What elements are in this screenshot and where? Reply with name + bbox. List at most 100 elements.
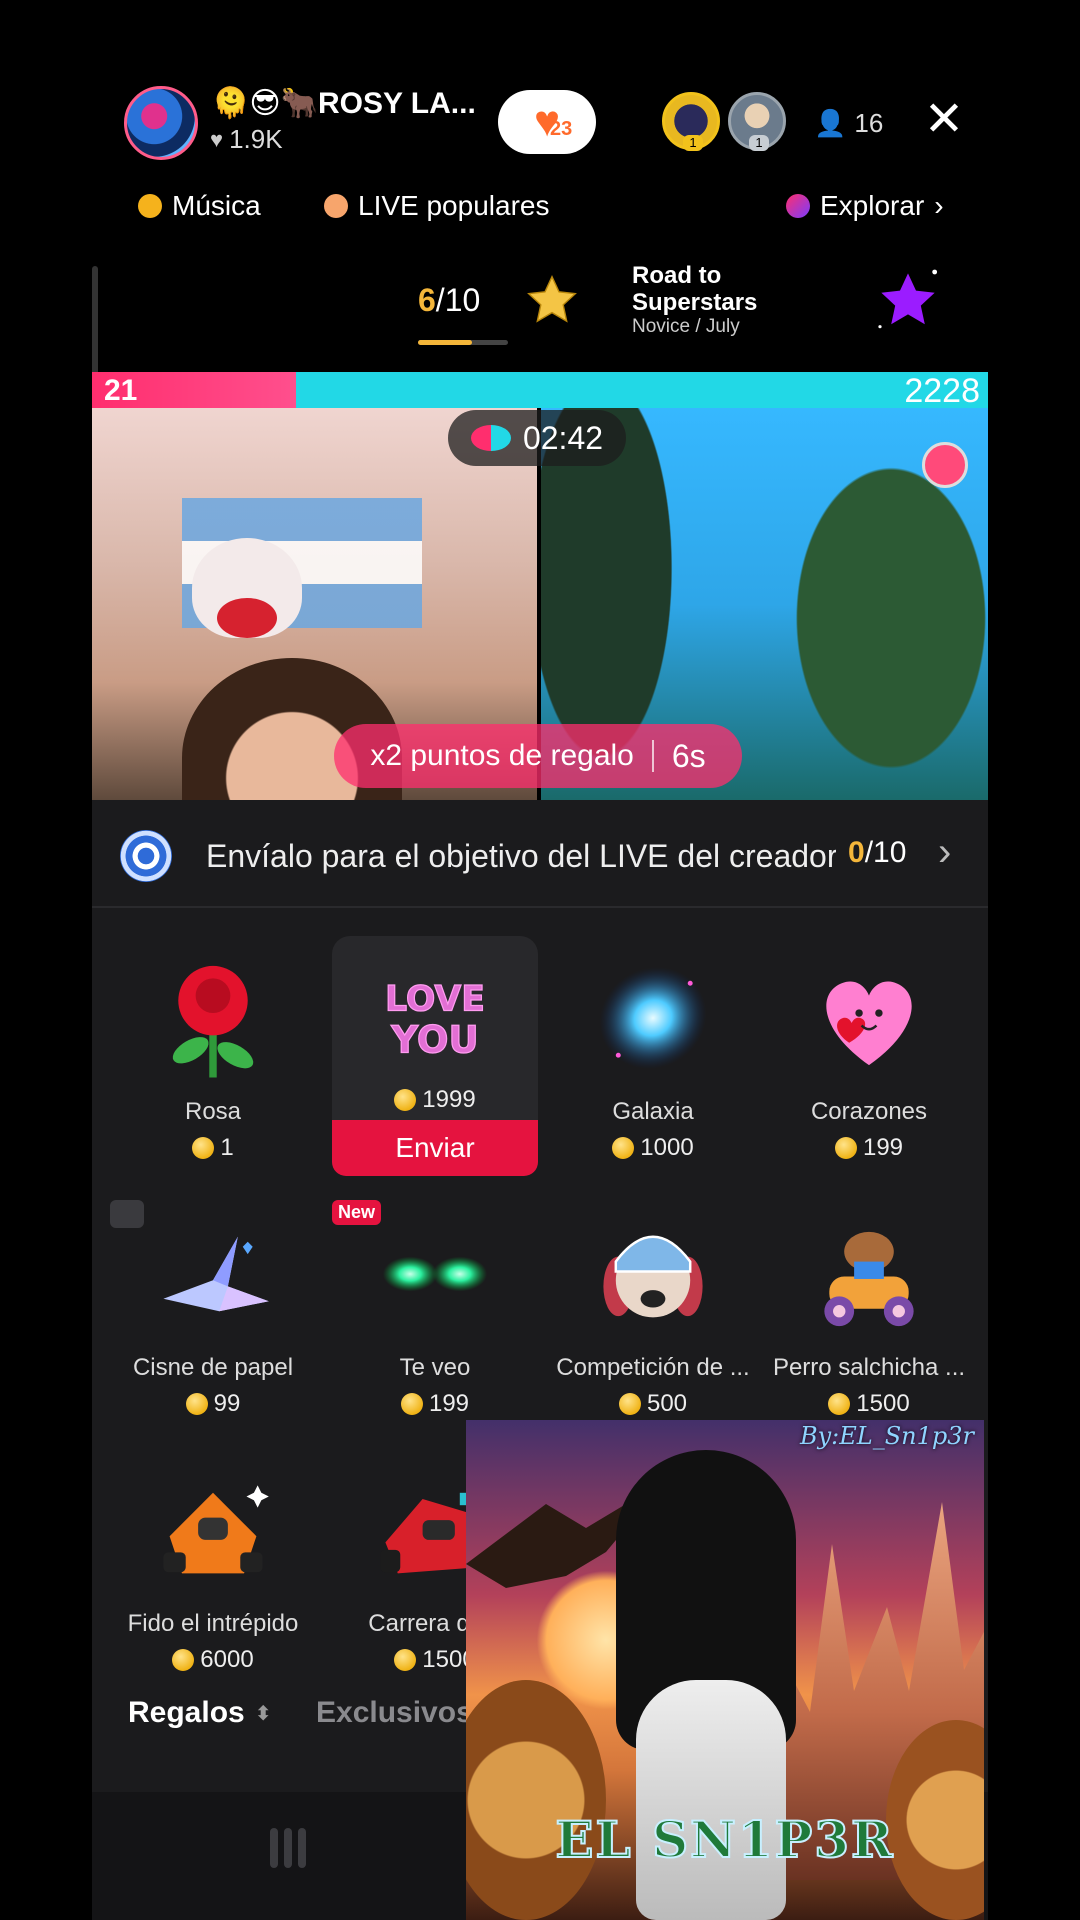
love-you-icon: LOVE YOU — [384, 979, 485, 1062]
grip-icon[interactable] — [270, 1828, 310, 1872]
gift-item-perro-salchicha[interactable]: Perro salchicha ... 1500 — [766, 1192, 972, 1432]
artwork-brand-text: EL SN1P3R — [554, 1809, 895, 1870]
creator-goal-text: Envíalo para el objetivo del LIVE del cr… — [206, 838, 836, 874]
planet-icon — [786, 194, 810, 218]
gift-name: Cisne de papel — [132, 1354, 294, 1381]
viewer-count-value: 16 — [854, 108, 884, 138]
hearts-icon — [826, 981, 912, 1066]
creator-goal-total: /10 — [864, 836, 907, 869]
road-progress-fill — [418, 340, 472, 345]
gift-price: 99 — [110, 1390, 316, 1418]
tab-exclusive-label: Exclusivos — [316, 1696, 473, 1729]
gift-price: 6000 — [110, 1646, 316, 1674]
live-video[interactable]: 21 2228 02:42 x2 puntos de regalo 6s — [92, 372, 988, 800]
person-icon: 👤 — [814, 108, 847, 138]
chip-explore[interactable]: Explorar › — [786, 190, 944, 222]
gift-price-value: 199 — [862, 1134, 904, 1161]
gift-price: 500 — [550, 1390, 756, 1418]
bonus-banner: x2 puntos de regalo 6s — [334, 724, 742, 788]
gift-item-rosa[interactable]: Rosa 1 — [110, 936, 316, 1176]
rose-icon — [172, 965, 254, 1078]
gift-item-fido[interactable]: Fido el intrépido 6000 — [110, 1448, 316, 1688]
gift-price-value: 199 — [428, 1390, 470, 1417]
horse-image — [636, 1680, 786, 1920]
gift-price-value: 1 — [220, 1134, 234, 1161]
gift-item-love-you[interactable]: LOVE YOU 1999 Enviar — [332, 936, 538, 1176]
road-progress-total: /10 — [435, 282, 481, 318]
racing-dog-icon — [603, 1235, 703, 1318]
chevron-right-icon[interactable]: › — [938, 830, 951, 875]
tab-gifts[interactable]: Regalos ⬍ — [128, 1696, 271, 1730]
gift-price: 1 — [110, 1134, 316, 1162]
follow-button[interactable]: ♥ 23 — [498, 90, 596, 154]
gift-name: Corazones — [810, 1098, 928, 1125]
road-progress[interactable]: 6/10 — [418, 282, 480, 319]
chip-popular-label: LIVE populares — [358, 190, 550, 221]
viewer-count[interactable]: 👤 16 — [814, 108, 883, 139]
coin-icon — [192, 1137, 215, 1159]
gift-item-competicion[interactable]: Competición de ... 500 — [550, 1192, 756, 1432]
overlay-artwork: By:EL_Sn1p3r EL SN1P3R — [466, 1420, 984, 1920]
race-car-orange-icon — [163, 1485, 269, 1574]
road-progress-current: 6 — [418, 282, 436, 318]
chevron-right-icon: › — [934, 190, 944, 221]
gift-item-te-veo[interactable]: New Te veo 199 — [332, 1192, 538, 1432]
chip-music[interactable]: Música — [138, 190, 261, 222]
heart-chip-icon — [324, 194, 348, 218]
road-progress-bar — [418, 340, 508, 345]
gift-item-galaxia[interactable]: Galaxia 1000 — [550, 936, 756, 1176]
creator-goal-current: 0 — [848, 836, 865, 869]
top-viewer-2-avatar[interactable]: 1 — [728, 92, 786, 151]
battle-left-score: 21 — [104, 374, 138, 407]
chip-music-label: Música — [172, 190, 261, 221]
creator-goal-count: 0/10 — [848, 836, 906, 870]
gift-item-cisne-de-papel[interactable]: Cisne de papel 99 — [110, 1192, 316, 1432]
close-button[interactable]: ✕ — [916, 92, 972, 148]
battle-right-score: 2228 — [904, 372, 980, 410]
gift-price-value: 99 — [213, 1390, 241, 1417]
bonus-text: x2 puntos de regalo — [370, 739, 634, 772]
svg-text:LOVE: LOVE — [385, 980, 485, 1020]
gift-price: 199 — [332, 1390, 538, 1418]
bear-heart-image — [217, 598, 277, 638]
purple-star-icon — [878, 269, 938, 329]
battle-timer: 02:42 — [448, 410, 626, 466]
coin-icon — [618, 1393, 641, 1415]
coin-icon — [172, 1649, 195, 1671]
host-avatar[interactable] — [124, 86, 198, 160]
bonus-time: 6s — [671, 737, 706, 774]
dachshund-kart-icon — [824, 1231, 914, 1327]
gift-name: Perro salchicha ... — [772, 1354, 966, 1381]
target-icon — [120, 830, 172, 882]
coin-icon — [394, 1649, 417, 1671]
creator-goal-row[interactable]: Envíalo para el objetivo del LIVE del cr… — [92, 800, 988, 908]
top-viewer-1-avatar[interactable]: 1 — [662, 92, 720, 151]
gift-price-value: 6000 — [200, 1646, 254, 1673]
gift-price-value: 1500 — [856, 1390, 910, 1417]
gift-name: Fido el intrépido — [127, 1610, 299, 1637]
road-title[interactable]: Road to Superstars — [632, 262, 757, 316]
battle-timer-value: 02:42 — [522, 419, 604, 456]
gift-price: 1999 — [332, 1086, 538, 1114]
gift-name: Te veo — [399, 1354, 471, 1381]
chip-explore-label: Explorar — [820, 190, 925, 221]
gift-name: Rosa — [184, 1098, 242, 1125]
artwork-signature: By:EL_Sn1p3r — [799, 1422, 974, 1450]
battle-icon — [470, 425, 511, 451]
coin-icon — [400, 1393, 423, 1415]
boost-icon[interactable] — [922, 442, 968, 488]
host-name[interactable]: 🫠😎🐂ROSY LA... — [212, 86, 476, 121]
fan-count: 23 — [550, 118, 573, 140]
gift-price: 199 — [766, 1134, 972, 1162]
gift-price-value: 1999 — [422, 1086, 476, 1113]
road-title-line2: Superstars — [632, 289, 758, 316]
coin-icon — [612, 1137, 635, 1159]
tab-exclusive[interactable]: Exclusivos — [316, 1696, 473, 1730]
chip-popular-live[interactable]: LIVE populares — [324, 190, 549, 222]
gift-item-corazones[interactable]: Corazones 199 — [766, 936, 972, 1176]
gift-price-value: 500 — [646, 1390, 688, 1417]
palette-icon — [110, 1200, 144, 1228]
coin-icon — [834, 1137, 857, 1159]
send-gift-button[interactable]: Enviar — [332, 1120, 538, 1176]
road-title-line1: Road to — [632, 262, 722, 289]
